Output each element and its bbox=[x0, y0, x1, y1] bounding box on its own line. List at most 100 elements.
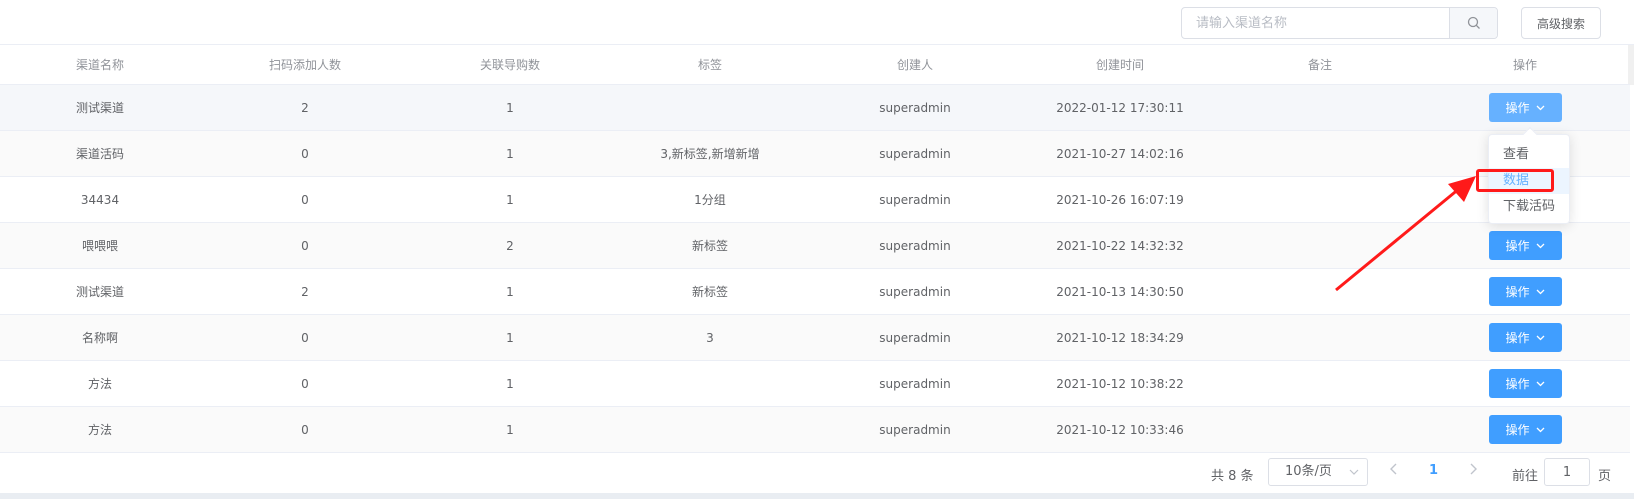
cell-actions: 操作 bbox=[1420, 415, 1630, 444]
chevron-down-icon bbox=[1536, 427, 1544, 432]
dropdown-item-view[interactable]: 查看 bbox=[1489, 142, 1569, 168]
chevron-down-icon bbox=[1536, 381, 1544, 386]
chevron-down-icon bbox=[1349, 469, 1359, 475]
goto-label: 前往 bbox=[1512, 469, 1539, 484]
action-button-label: 操作 bbox=[1505, 285, 1530, 299]
cell-tags: 新标签 bbox=[691, 285, 728, 299]
action-button-label: 操作 bbox=[1505, 377, 1530, 391]
cell-channel-name: 34434 bbox=[80, 192, 120, 207]
cell-created-at: 2021-10-22 14:32:32 bbox=[1056, 238, 1184, 253]
cell-creator: superadmin bbox=[879, 422, 951, 437]
action-dropdown-button[interactable]: 操作 bbox=[1488, 231, 1562, 260]
annotation-highlight-box bbox=[1476, 169, 1554, 192]
header-tags: 标签 bbox=[697, 58, 722, 72]
cell-creator: superadmin bbox=[879, 192, 951, 207]
table-row: 测试渠道 2 1 superadmin 2022-01-12 17:30:11 … bbox=[0, 85, 1630, 131]
table-header: 渠道名称 扫码添加人数 关联导购数 标签 创建人 创建时间 备注 操作 bbox=[0, 45, 1630, 85]
action-button-label: 操作 bbox=[1505, 331, 1530, 345]
header-channel-name: 渠道名称 bbox=[75, 58, 124, 72]
cell-scan-count: 0 bbox=[301, 192, 309, 207]
cell-created-at: 2021-10-12 18:34:29 bbox=[1056, 330, 1184, 345]
pagination-total: 共 8 条 bbox=[1211, 469, 1254, 484]
cell-channel-name: 方法 bbox=[87, 377, 112, 391]
page-size-value: 10条/页 bbox=[1285, 464, 1332, 479]
action-dropdown-button[interactable]: 操作 bbox=[1488, 369, 1562, 398]
cell-channel-name: 测试渠道 bbox=[75, 285, 124, 299]
cell-created-at: 2021-10-26 16:07:19 bbox=[1056, 192, 1184, 207]
action-dropdown-button[interactable]: 操作 bbox=[1488, 415, 1562, 444]
chevron-down-icon bbox=[1536, 335, 1544, 340]
cell-created-at: 2021-10-12 10:33:46 bbox=[1056, 422, 1184, 437]
cell-actions: 操作 bbox=[1420, 323, 1630, 352]
search-box bbox=[1181, 7, 1498, 39]
action-dropdown-button[interactable]: 操作 bbox=[1488, 93, 1562, 122]
cell-created-at: 2022-01-12 17:30:11 bbox=[1056, 100, 1184, 115]
header-guide-count: 关联导购数 bbox=[479, 58, 540, 72]
chevron-down-icon bbox=[1536, 289, 1544, 294]
action-button-label: 操作 bbox=[1505, 101, 1530, 115]
cell-scan-count: 0 bbox=[301, 146, 309, 161]
cell-guide-count: 1 bbox=[506, 100, 514, 115]
cell-actions: 操作 bbox=[1420, 369, 1630, 398]
search-input[interactable] bbox=[1182, 8, 1465, 38]
cell-channel-name: 测试渠道 bbox=[75, 101, 124, 115]
header-creator: 创建人 bbox=[896, 58, 933, 72]
action-button-label: 操作 bbox=[1505, 239, 1530, 253]
table-row: 名称啊 0 1 3 superadmin 2021-10-12 18:34:29… bbox=[0, 315, 1630, 361]
next-page-icon[interactable] bbox=[1469, 463, 1477, 479]
cell-guide-count: 1 bbox=[506, 192, 514, 207]
action-dropdown-button[interactable]: 操作 bbox=[1488, 323, 1562, 352]
page-number-current[interactable]: 1 bbox=[1429, 463, 1438, 478]
search-icon bbox=[1467, 16, 1480, 29]
cell-tags: 新标签 bbox=[691, 239, 728, 253]
cell-tags: 3,新标签,新增新增 bbox=[660, 147, 760, 161]
chevron-down-icon bbox=[1536, 105, 1544, 110]
cell-scan-count: 2 bbox=[301, 100, 309, 115]
table-row: 方法 0 1 superadmin 2021-10-12 10:33:46 操作 bbox=[0, 407, 1630, 453]
header-created-at: 创建时间 bbox=[1095, 58, 1144, 72]
cell-guide-count: 1 bbox=[506, 284, 514, 299]
cell-creator: superadmin bbox=[879, 100, 951, 115]
cell-scan-count: 0 bbox=[301, 238, 309, 253]
cell-channel-name: 渠道活码 bbox=[75, 147, 124, 161]
chevron-down-icon bbox=[1536, 243, 1544, 248]
prev-page-icon[interactable] bbox=[1390, 463, 1398, 479]
cell-scan-count: 0 bbox=[301, 422, 309, 437]
cell-created-at: 2021-10-27 14:02:16 bbox=[1056, 146, 1184, 161]
cell-guide-count: 1 bbox=[506, 330, 514, 345]
goto-page-input[interactable] bbox=[1544, 458, 1590, 486]
page-size-select[interactable]: 10条/页 bbox=[1268, 458, 1368, 486]
advanced-search-button[interactable]: 高级搜索 bbox=[1521, 7, 1601, 39]
cell-channel-name: 方法 bbox=[87, 423, 112, 437]
cell-creator: superadmin bbox=[879, 376, 951, 391]
pagination: 共 8 条 10条/页 1 前往 页 bbox=[0, 453, 1634, 493]
cell-actions: 操作 bbox=[1420, 93, 1630, 122]
cell-guide-count: 2 bbox=[506, 238, 514, 253]
table-row: 方法 0 1 superadmin 2021-10-12 10:38:22 操作 bbox=[0, 361, 1630, 407]
cell-creator: superadmin bbox=[879, 238, 951, 253]
cell-creator: superadmin bbox=[879, 146, 951, 161]
header-scan-count: 扫码添加人数 bbox=[268, 58, 341, 72]
action-button-label: 操作 bbox=[1505, 423, 1530, 437]
cell-scan-count: 0 bbox=[301, 330, 309, 345]
page-unit-label: 页 bbox=[1598, 469, 1612, 484]
cell-tags: 1分组 bbox=[694, 193, 726, 207]
cell-channel-name: 喂喂喂 bbox=[81, 239, 118, 253]
cell-guide-count: 1 bbox=[506, 146, 514, 161]
page: 高级搜索 渠道名称 扫码添加人数 关联导购数 标签 创建人 创建时间 备注 操作… bbox=[0, 0, 1634, 499]
search-button[interactable] bbox=[1449, 8, 1497, 38]
cell-scan-count: 2 bbox=[301, 284, 309, 299]
action-dropdown-button[interactable]: 操作 bbox=[1488, 277, 1562, 306]
toolbar: 高级搜索 bbox=[0, 0, 1634, 45]
annotation-arrow-icon bbox=[1335, 176, 1476, 292]
cell-creator: superadmin bbox=[879, 284, 951, 299]
cell-creator: superadmin bbox=[879, 330, 951, 345]
dropdown-item-download-code[interactable]: 下载活码 bbox=[1489, 194, 1569, 220]
cell-guide-count: 1 bbox=[506, 422, 514, 437]
cell-created-at: 2021-10-13 14:30:50 bbox=[1056, 284, 1184, 299]
cell-channel-name: 名称啊 bbox=[81, 331, 118, 345]
header-actions: 操作 bbox=[1512, 58, 1537, 72]
cell-tags: 3 bbox=[706, 330, 714, 345]
header-remark: 备注 bbox=[1307, 58, 1332, 72]
horizontal-scrollbar[interactable] bbox=[0, 493, 1634, 499]
